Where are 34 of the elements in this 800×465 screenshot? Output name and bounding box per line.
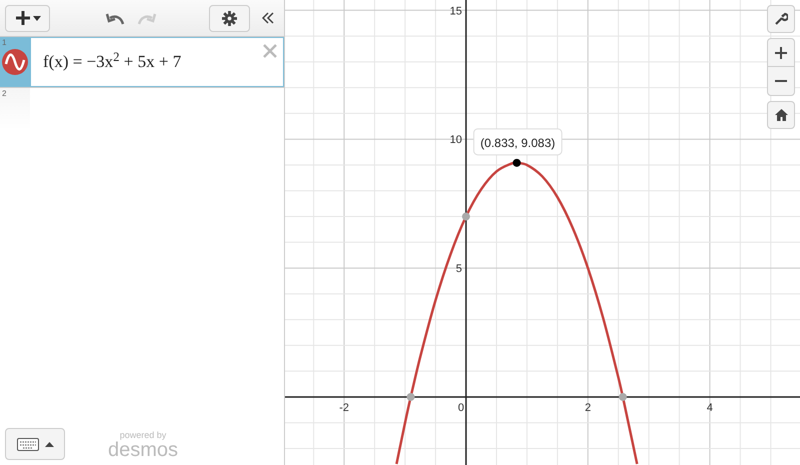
collapse-icon[interactable] [262, 12, 274, 24]
axis-tick-label: -2 [339, 402, 349, 414]
settings-button[interactable] [209, 4, 250, 32]
add-item-button[interactable] [5, 4, 50, 32]
wrench-button[interactable] [767, 5, 795, 33]
settings-icon [222, 10, 237, 26]
wrench-icon [774, 12, 788, 26]
powered-by-text: powered by [120, 431, 166, 440]
undo-icon[interactable] [105, 11, 125, 25]
row-number: 1 [2, 37, 6, 49]
row-number: 2 [2, 88, 6, 100]
axis-tick-label: 0 [458, 402, 464, 414]
plus-icon [14, 10, 30, 26]
desmos-logo-text: desmos [108, 440, 178, 460]
caret-icon [32, 16, 40, 20]
expression-field[interactable]: f(x) = −3x$^{2}$ + 5x + 7 [30, 37, 284, 87]
keyboard-icon [16, 438, 38, 450]
wave-icon[interactable] [2, 49, 28, 75]
plus-icon [775, 46, 787, 58]
annotation: (0.833, 9.083) [480, 136, 556, 150]
axis-tick-label: 4 [706, 402, 713, 414]
expression-text: f(x) = −3x$^{2}$ + 5x + 7 [43, 49, 182, 74]
keyboard-button[interactable] [5, 428, 65, 460]
caret-icon [44, 442, 54, 446]
expression-tab[interactable]: 1 [0, 37, 30, 87]
home-button[interactable] [767, 101, 795, 129]
point-marker[interactable] [512, 158, 521, 167]
axis-tick-label: 15 [450, 5, 462, 18]
axis-tick-label: 10 [450, 134, 462, 146]
point-label: (0.833, 9.083) [473, 128, 562, 156]
minus-icon [775, 80, 787, 82]
home-icon [774, 109, 788, 121]
axis-tick-label: 5 [456, 263, 462, 276]
axis-tick-label: 2 [584, 402, 591, 414]
